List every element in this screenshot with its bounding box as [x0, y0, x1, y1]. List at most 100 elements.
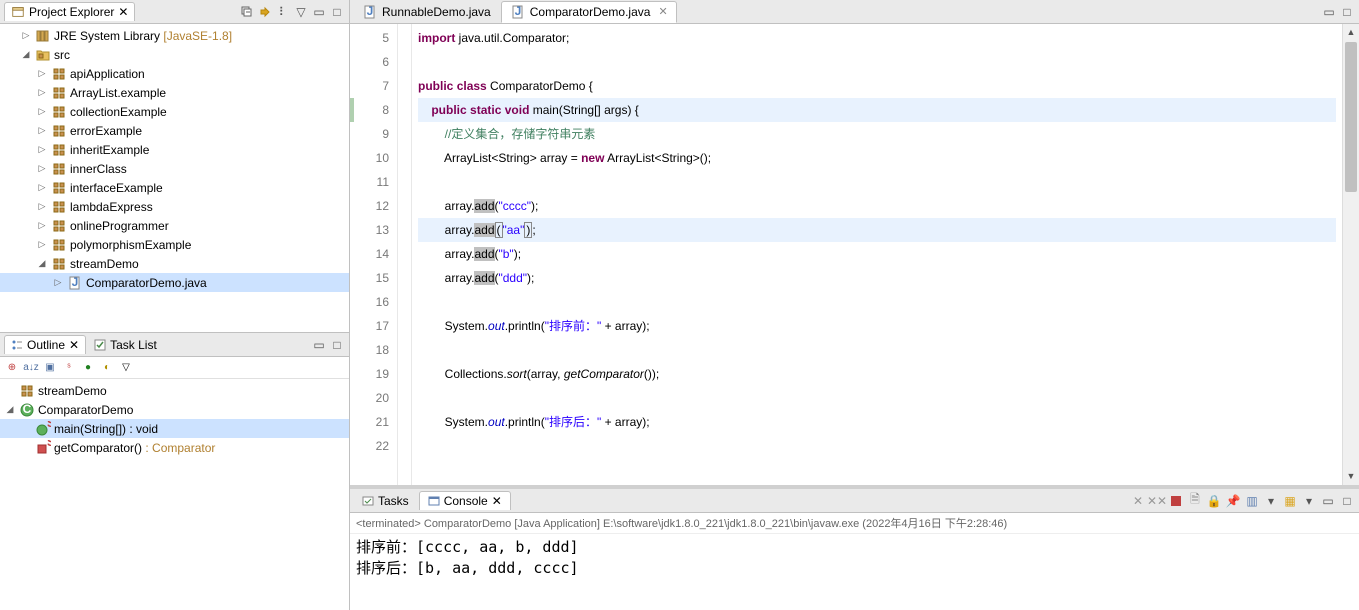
outline-tree[interactable]: streamDemo◢CComparatorDemoSmain(String[]…	[0, 379, 349, 610]
code-line[interactable]: System.out.println("排序前：" + array);	[418, 314, 1336, 338]
code-line[interactable]: ArrayList<String> array = new ArrayList<…	[418, 146, 1336, 170]
code-line[interactable]: System.out.println("排序后：" + array);	[418, 410, 1336, 434]
tree-node-polymorphismexample[interactable]: ▷polymorphismExample	[0, 235, 349, 254]
tree-node-apiapplication[interactable]: ▷apiApplication	[0, 64, 349, 83]
tree-node-src[interactable]: ◢src	[0, 45, 349, 64]
outline-node[interactable]: Smain(String[]) : void	[0, 419, 349, 438]
expand-arrow-icon[interactable]	[4, 385, 16, 397]
tree-node-streamdemo[interactable]: ◢streamDemo	[0, 254, 349, 273]
expand-arrow-icon[interactable]: ▷	[36, 201, 48, 213]
filter-icon[interactable]: ⠇	[275, 4, 291, 20]
code-line[interactable]	[418, 170, 1336, 194]
collapse-all-icon[interactable]	[239, 4, 255, 20]
code-line[interactable]: import java.util.Comparator;	[418, 26, 1336, 50]
expand-arrow-icon[interactable]: ▷	[36, 182, 48, 194]
scroll-down-icon[interactable]: ▼	[1343, 468, 1359, 485]
expand-arrow-icon[interactable]: ◢	[20, 49, 32, 61]
vertical-scrollbar[interactable]: ▲ ▼	[1342, 24, 1359, 485]
remove-launch-icon[interactable]: ✕	[1130, 493, 1146, 509]
tree-node-innerclass[interactable]: ▷innerClass	[0, 159, 349, 178]
code-line[interactable]: public static void main(String[] args) {	[418, 98, 1336, 122]
minimize-icon[interactable]: ▭	[311, 337, 327, 353]
new-console-icon[interactable]: ▦	[1282, 493, 1298, 509]
scrollbar-thumb[interactable]	[1345, 42, 1357, 192]
pin-console-icon[interactable]: 📌	[1225, 493, 1241, 509]
minimize-icon[interactable]: ▭	[1320, 493, 1336, 509]
clear-console-icon[interactable]: 🗎	[1187, 493, 1203, 509]
tree-node-onlineprogrammer[interactable]: ▷onlineProgrammer	[0, 216, 349, 235]
tree-node-collectionexample[interactable]: ▷collectionExample	[0, 102, 349, 121]
close-icon[interactable]: ✕	[69, 338, 79, 352]
minimize-icon[interactable]: ▭	[311, 4, 327, 20]
expand-arrow-icon[interactable]: ▷	[20, 30, 32, 42]
code-area[interactable]: 5678910111213141516171819202122 import j…	[350, 24, 1359, 485]
expand-arrow-icon[interactable]: ▷	[36, 144, 48, 156]
tab-console[interactable]: Console ✕	[419, 491, 511, 510]
code-body[interactable]: import java.util.Comparator; public clas…	[412, 24, 1342, 485]
console-output[interactable]: 排序前：[cccc, aa, b, ddd] 排序后：[b, aa, ddd, …	[350, 534, 1359, 610]
expand-arrow-icon[interactable]	[20, 442, 32, 454]
scroll-up-icon[interactable]: ▲	[1343, 24, 1359, 41]
code-line[interactable]	[418, 386, 1336, 410]
expand-arrow-icon[interactable]: ▷	[52, 277, 64, 289]
tab-task-list[interactable]: Task List	[88, 336, 163, 354]
fold-bar[interactable]	[398, 24, 412, 485]
maximize-icon[interactable]: □	[1339, 493, 1355, 509]
expand-arrow-icon[interactable]: ▷	[36, 163, 48, 175]
close-icon[interactable]: ✕	[492, 494, 502, 508]
tree-node-interfaceexample[interactable]: ▷interfaceExample	[0, 178, 349, 197]
remove-all-launches-icon[interactable]: ✕✕	[1149, 493, 1165, 509]
maximize-icon[interactable]: □	[1339, 4, 1355, 20]
new-console-menu-icon[interactable]: ▾	[1301, 493, 1317, 509]
code-line[interactable]	[418, 338, 1336, 362]
close-icon[interactable]: ✕	[118, 5, 128, 19]
hide-fields-icon[interactable]: ▣	[42, 360, 58, 376]
maximize-icon[interactable]: □	[329, 4, 345, 20]
expand-arrow-icon[interactable]: ▷	[36, 68, 48, 80]
tree-node-comparatordemo-java[interactable]: ▷JComparatorDemo.java	[0, 273, 349, 292]
view-menu-icon[interactable]: ▽	[293, 4, 309, 20]
code-line[interactable]	[418, 290, 1336, 314]
code-line[interactable]: array.add("ddd");	[418, 266, 1336, 290]
hide-local-icon[interactable]: ◐	[99, 360, 115, 376]
hide-nonpublic-icon[interactable]: ●	[80, 360, 96, 376]
outline-node[interactable]: streamDemo	[0, 381, 349, 400]
code-line[interactable]: public class ComparatorDemo {	[418, 74, 1336, 98]
expand-arrow-icon[interactable]	[20, 423, 32, 435]
code-line[interactable]: array.add("b");	[418, 242, 1336, 266]
code-line[interactable]: array.add("cccc");	[418, 194, 1336, 218]
project-explorer-tab[interactable]: Project Explorer ✕	[4, 2, 135, 21]
expand-arrow-icon[interactable]: ▷	[36, 239, 48, 251]
outline-node[interactable]: ◢CComparatorDemo	[0, 400, 349, 419]
view-menu-icon[interactable]: ▽	[118, 360, 134, 376]
code-line[interactable]: //定义集合，存储字符串元素	[418, 122, 1336, 146]
tree-node-jre-system-library[interactable]: ▷JRE System Library [JavaSE-1.8]	[0, 26, 349, 45]
tree-node-arraylist-example[interactable]: ▷ArrayList.example	[0, 83, 349, 102]
code-line[interactable]: array.add("aa");	[418, 218, 1336, 242]
tab-tasks[interactable]: Tasks	[354, 492, 417, 510]
outline-node[interactable]: SgetComparator() : Comparator	[0, 438, 349, 457]
editor-tab-runnabledemo-java[interactable]: JRunnableDemo.java	[354, 1, 499, 23]
link-editor-icon[interactable]	[257, 4, 273, 20]
expand-arrow-icon[interactable]: ▷	[36, 87, 48, 99]
expand-arrow-icon[interactable]: ▷	[36, 220, 48, 232]
expand-arrow-icon[interactable]: ◢	[36, 258, 48, 270]
display-console-icon[interactable]: ▥	[1244, 493, 1260, 509]
maximize-icon[interactable]: □	[329, 337, 345, 353]
focus-icon[interactable]: ⊕	[4, 360, 20, 376]
code-line[interactable]	[418, 434, 1336, 458]
minimize-icon[interactable]: ▭	[1321, 4, 1337, 20]
expand-arrow-icon[interactable]: ▷	[36, 125, 48, 137]
tab-outline[interactable]: Outline ✕	[4, 335, 86, 354]
tree-node-inheritexample[interactable]: ▷inheritExample	[0, 140, 349, 159]
code-line[interactable]: Collections.sort(array, getComparator())…	[418, 362, 1336, 386]
sort-az-icon[interactable]: a↓z	[23, 360, 39, 376]
hide-static-icon[interactable]: ˢ	[61, 360, 77, 376]
tree-node-errorexample[interactable]: ▷errorExample	[0, 121, 349, 140]
expand-arrow-icon[interactable]: ▷	[36, 106, 48, 118]
project-explorer-tree[interactable]: ▷JRE System Library [JavaSE-1.8]◢src▷api…	[0, 24, 349, 332]
code-line[interactable]	[418, 50, 1336, 74]
close-icon[interactable]: ✕	[658, 5, 667, 18]
expand-arrow-icon[interactable]: ◢	[4, 404, 16, 416]
editor-tab-comparatordemo-java[interactable]: JComparatorDemo.java✕	[501, 1, 677, 23]
